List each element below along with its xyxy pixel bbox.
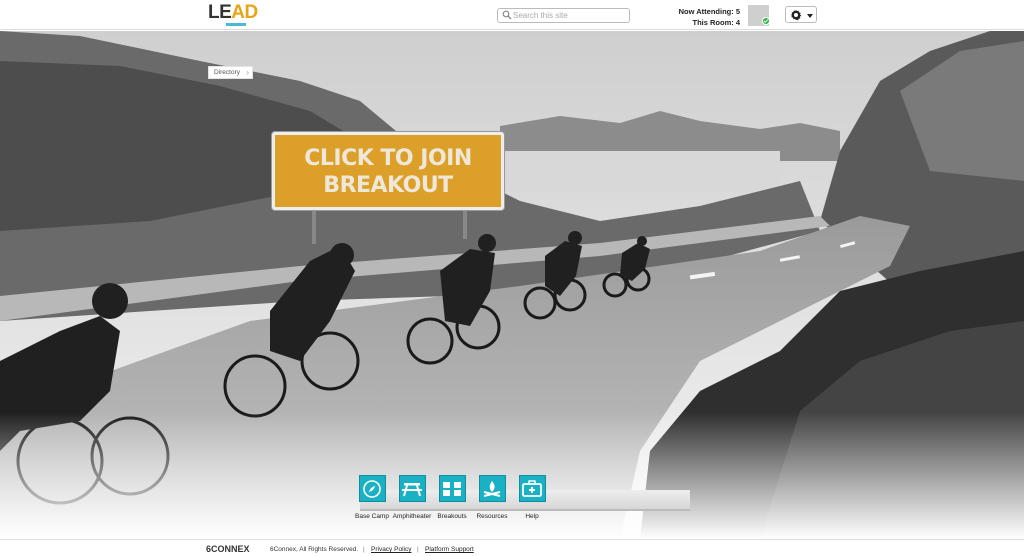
attendance-stats: Now Attending: 5 This Room: 4 [679, 6, 740, 28]
nav-label-help: Help [525, 513, 539, 520]
footer-separator: | [363, 546, 365, 553]
nav-tile-help[interactable] [518, 475, 546, 502]
hero-scene: Directory › CLICK TO JOIN BREAKOUT [0, 31, 1024, 539]
sign-line-2: BREAKOUT [323, 173, 453, 198]
nav-item-base-camp[interactable]: Base Camp [352, 475, 392, 520]
compass-icon [363, 479, 381, 498]
breakout-tables-icon [443, 481, 461, 496]
join-breakout-sign[interactable]: CLICK TO JOIN BREAKOUT [272, 132, 504, 210]
nav-tile-base-camp[interactable] [358, 475, 386, 502]
chevron-right-icon: › [246, 68, 250, 77]
breadcrumb-directory: Directory [214, 69, 241, 76]
search-box[interactable] [497, 8, 630, 23]
first-aid-kit-icon [522, 479, 542, 497]
online-status-icon [762, 17, 770, 25]
nav-item-breakouts[interactable]: Breakouts [432, 475, 472, 520]
logo-text-ad: AD [231, 2, 258, 23]
footer: 6CONNEX 6Connex, All Rights Reserved. | … [0, 539, 1024, 556]
breadcrumb[interactable]: Directory › [208, 66, 254, 79]
footer-brand-logo: 6CONNEX [206, 544, 250, 554]
footer-copyright: 6Connex, All Rights Reserved. [270, 546, 359, 553]
chevron-down-icon [807, 14, 813, 18]
lead-logo[interactable]: LEAD [208, 3, 258, 23]
nav-item-amphitheater[interactable]: Amphitheater [392, 475, 432, 520]
privacy-policy-link[interactable]: Privacy Policy [371, 546, 411, 553]
this-room-count: This Room: 4 [692, 18, 740, 27]
search-input[interactable] [513, 9, 625, 22]
nav-item-help[interactable]: Help [512, 475, 552, 520]
nav-item-resources[interactable]: Resources [472, 475, 512, 520]
campfire-icon [483, 480, 501, 497]
top-header: LEAD Now Attending: 5 This Room: 4 [0, 0, 1024, 30]
settings-menu-button[interactable] [785, 6, 817, 23]
nav-tile-breakouts[interactable] [438, 475, 466, 502]
bottom-navigation: Base Camp Amphitheater Breakouts Resourc… [352, 475, 552, 525]
nav-label-breakouts: Breakouts [437, 513, 467, 520]
nav-tile-resources[interactable] [478, 475, 506, 502]
picnic-table-icon [402, 482, 422, 496]
platform-support-link[interactable]: Platform Support [425, 546, 474, 553]
sign-line-1: CLICK TO JOIN [304, 146, 472, 171]
logo-text-le: LE [208, 2, 232, 23]
footer-separator: | [417, 546, 419, 553]
nav-tile-amphitheater[interactable] [398, 475, 426, 502]
nav-label-resources: Resources [476, 513, 508, 520]
cycling-road-background [0, 31, 1024, 539]
nav-label-amphitheater: Amphitheater [392, 513, 432, 520]
now-attending-count: Now Attending: 5 [678, 7, 740, 16]
nav-label-base-camp: Base Camp [355, 513, 389, 520]
search-icon [502, 10, 512, 20]
gear-icon [790, 9, 802, 21]
logo-underline [226, 23, 246, 26]
